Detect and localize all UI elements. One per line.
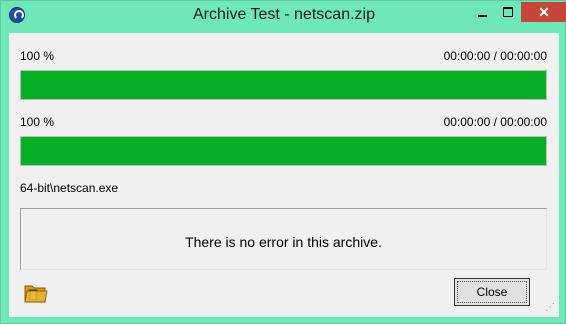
progress-fill-2 — [21, 137, 546, 165]
progress2-percent: 100 % — [20, 115, 55, 129]
minimize-icon[interactable] — [469, 2, 495, 22]
resize-grip[interactable]: ⋰ — [545, 303, 555, 313]
progress-fill-1 — [21, 71, 546, 99]
archive-test-window: Archive Test - netscan.zip ✕ 100 % 00:00… — [0, 0, 566, 324]
close-button[interactable]: Close — [454, 278, 530, 306]
current-file-label: 64-bit\netscan.exe — [20, 181, 119, 195]
progress1-percent: 100 % — [20, 49, 55, 63]
folder-icon — [24, 285, 48, 303]
dialog-body: 100 % 00:00:00 / 00:00:00 100 % 00:00:00… — [9, 33, 559, 317]
progress1-time: 00:00:00 / 00:00:00 — [443, 49, 547, 63]
progress-bar-1 — [20, 70, 547, 100]
progress2-time: 00:00:00 / 00:00:00 — [443, 115, 547, 129]
message-box: There is no error in this archive. — [20, 208, 547, 270]
message-text: There is no error in this archive. — [185, 234, 382, 250]
close-icon[interactable]: ✕ — [521, 2, 566, 22]
maximize-icon[interactable] — [495, 2, 521, 22]
progress-bar-2 — [20, 136, 547, 166]
title-bar[interactable]: Archive Test - netscan.zip ✕ — [1, 1, 566, 33]
